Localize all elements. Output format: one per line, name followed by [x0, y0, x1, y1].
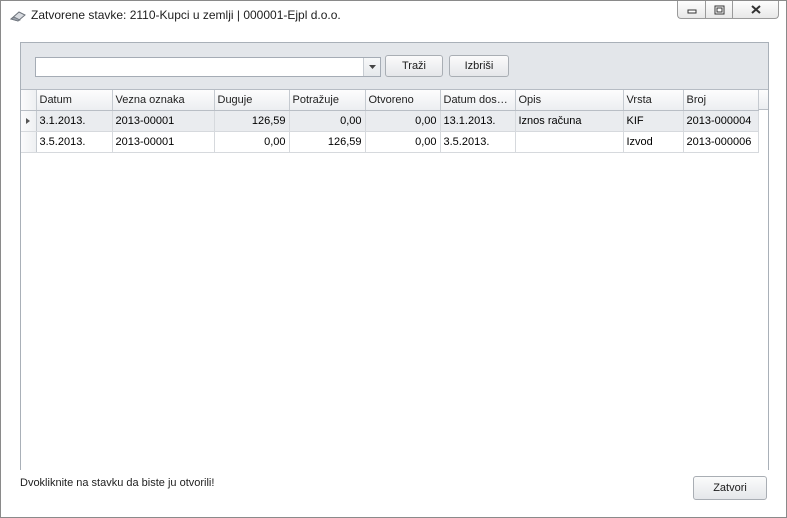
closed-items-grid[interactable]: Datum Vezna oznaka Duguje Potražuje Otvo…	[21, 89, 768, 470]
cell-opis[interactable]: Iznos računa	[515, 110, 624, 132]
maximize-button[interactable]	[705, 1, 732, 19]
cell-broj[interactable]: 2013-000006	[683, 131, 759, 153]
title-bar[interactable]: Zatvorene stavke: 2110-Kupci u zemlji | …	[1, 1, 786, 29]
search-button[interactable]: Traži	[385, 55, 443, 77]
cell-datum-dospijeca[interactable]: 3.5.2013.	[440, 131, 516, 153]
minimize-button[interactable]	[677, 1, 705, 19]
table-row[interactable]: 3.1.2013. 2013-00001 126,59 0,00 0,00 13…	[21, 110, 759, 132]
cell-duguje[interactable]: 126,59	[214, 110, 290, 132]
cell-vrsta[interactable]: Izvod	[623, 131, 684, 153]
column-header-opis[interactable]: Opis	[515, 90, 624, 111]
clear-button[interactable]: Izbriši	[449, 55, 509, 77]
cell-broj[interactable]: 2013-000004	[683, 110, 759, 132]
eraser-icon	[9, 10, 26, 22]
column-header-vezna-oznaka[interactable]: Vezna oznaka	[112, 90, 215, 111]
column-header-datum[interactable]: Datum	[36, 90, 113, 111]
cell-otvoreno[interactable]: 0,00	[365, 110, 441, 132]
row-pointer-icon	[26, 117, 30, 124]
column-header-vrsta[interactable]: Vrsta	[623, 90, 684, 111]
cell-opis[interactable]	[515, 131, 624, 153]
grid-header-row: Datum Vezna oznaka Duguje Potražuje Otvo…	[21, 90, 759, 111]
row-indicator-header	[21, 90, 37, 111]
combo-dropdown-button[interactable]	[363, 58, 380, 76]
cell-vrsta[interactable]: KIF	[623, 110, 684, 132]
cell-datum-dospijeca[interactable]: 13.1.2013.	[440, 110, 516, 132]
header-scroll-corner	[758, 90, 768, 110]
cell-potrazuje[interactable]: 0,00	[289, 110, 366, 132]
cell-otvoreno[interactable]: 0,00	[365, 131, 441, 153]
minimize-icon	[687, 9, 696, 13]
maximize-icon	[714, 5, 724, 14]
column-header-datum-dospijeca[interactable]: Datum dos…	[440, 90, 516, 111]
cell-vezna-oznaka[interactable]: 2013-00001	[112, 131, 215, 153]
close-icon	[750, 5, 761, 14]
row-indicator	[21, 131, 37, 153]
close-window-button[interactable]	[732, 1, 779, 19]
content-frame: Traži Izbriši Datum Vezna oznaka Duguje …	[20, 42, 769, 470]
cell-datum[interactable]: 3.1.2013.	[36, 110, 113, 132]
filter-combo[interactable]	[35, 57, 381, 77]
cell-duguje[interactable]: 0,00	[214, 131, 290, 153]
table-row[interactable]: 3.5.2013. 2013-00001 0,00 126,59 0,00 3.…	[21, 131, 759, 153]
row-indicator	[21, 110, 37, 132]
grid-table: Datum Vezna oznaka Duguje Potražuje Otvo…	[21, 90, 759, 153]
window-controls	[677, 1, 779, 21]
hint-text: Dvokliknite na stavku da biste ju otvori…	[20, 477, 215, 489]
cell-potrazuje[interactable]: 126,59	[289, 131, 366, 153]
close-button[interactable]: Zatvori	[693, 476, 767, 500]
column-header-duguje[interactable]: Duguje	[214, 90, 290, 111]
filter-panel: Traži Izbriši	[21, 43, 768, 89]
column-header-otvoreno[interactable]: Otvoreno	[365, 90, 441, 111]
cell-vezna-oznaka[interactable]: 2013-00001	[112, 110, 215, 132]
column-header-broj[interactable]: Broj	[683, 90, 759, 111]
cell-datum[interactable]: 3.5.2013.	[36, 131, 113, 153]
dialog-window: Zatvorene stavke: 2110-Kupci u zemlji | …	[0, 0, 787, 518]
chevron-down-icon	[368, 65, 376, 69]
window-title: Zatvorene stavke: 2110-Kupci u zemlji | …	[31, 8, 341, 22]
column-header-potrazuje[interactable]: Potražuje	[289, 90, 366, 111]
